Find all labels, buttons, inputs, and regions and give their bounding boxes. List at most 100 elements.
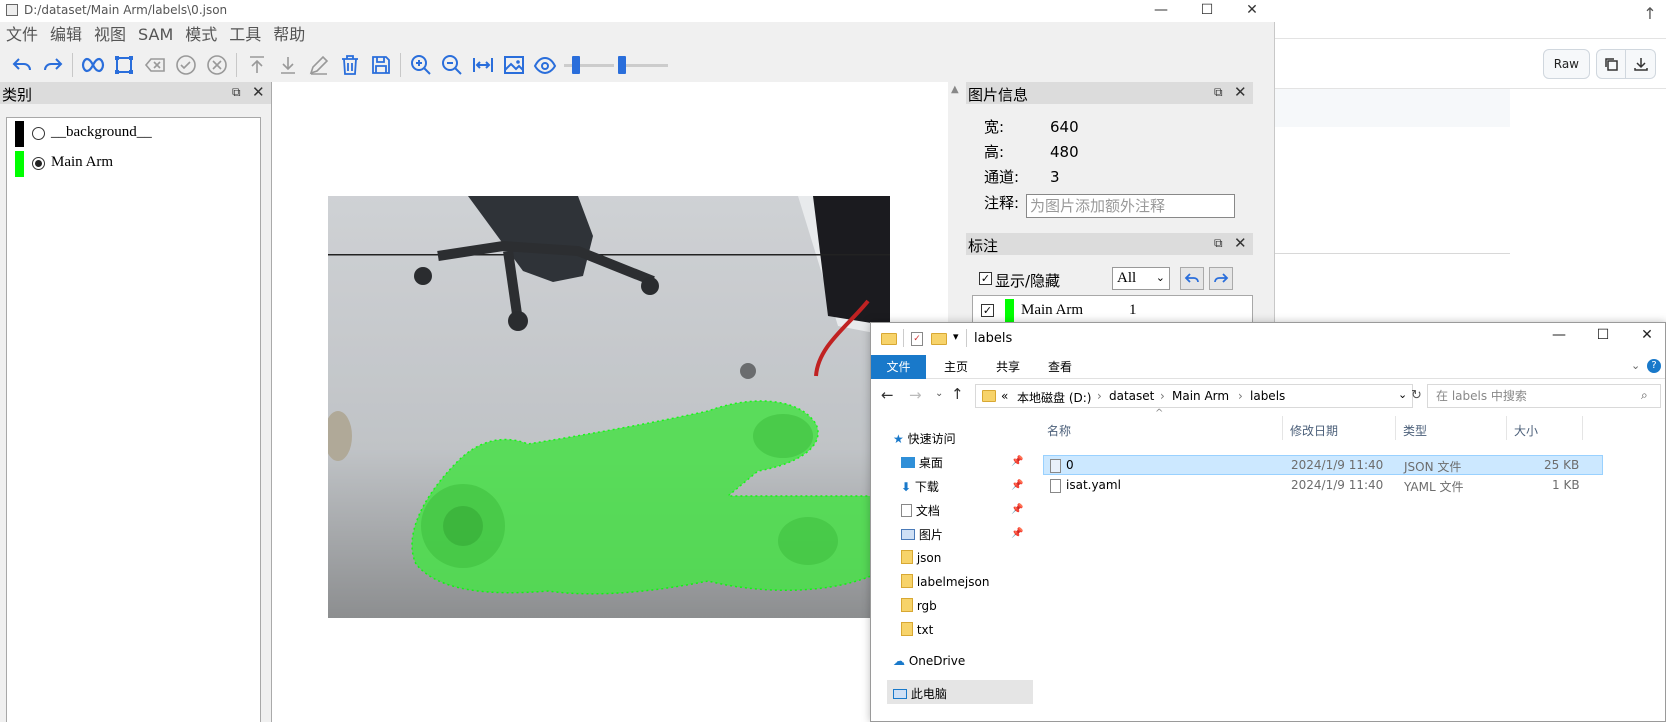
redo-button[interactable] (37, 50, 68, 80)
nav-this-pc[interactable]: 此电脑 (887, 680, 1033, 704)
to-top-button[interactable] (241, 50, 272, 80)
column-header-modified[interactable]: 修改日期 (1290, 422, 1338, 439)
note-input[interactable]: 为图片添加额外注释 (1026, 194, 1235, 218)
fit-window-button[interactable] (467, 50, 498, 80)
category-radio[interactable] (32, 127, 45, 140)
finish-button[interactable] (170, 50, 201, 80)
address-dropdown-icon[interactable]: ⌄ (1398, 388, 1407, 401)
expand-ribbon-icon[interactable]: ⌄ (1631, 359, 1640, 372)
pin-icon[interactable]: 📌 (1011, 504, 1023, 515)
column-header-size[interactable]: 大小 (1514, 422, 1538, 439)
menu-help[interactable]: 帮助 (267, 22, 311, 48)
category-item[interactable]: Main Arm (7, 148, 260, 178)
maximize-button[interactable]: ☐ (1583, 327, 1623, 343)
breadcrumb-labels[interactable]: labels (1250, 389, 1285, 403)
back-icon[interactable]: ← (881, 386, 894, 404)
menu-tools[interactable]: 工具 (223, 22, 267, 48)
scroll-top-icon[interactable]: ↑ (1640, 4, 1660, 24)
close-button[interactable]: ✕ (1229, 0, 1275, 22)
nav-rgb[interactable]: rgb (901, 598, 937, 613)
bit-map-button[interactable] (498, 50, 529, 80)
nav-pictures[interactable]: 图片 (901, 526, 943, 543)
minimize-button[interactable]: — (1138, 0, 1184, 22)
refresh-icon[interactable]: ↻ (1411, 388, 1422, 403)
mask-alpha-slider[interactable] (564, 50, 614, 80)
breadcrumb-dataset[interactable]: dataset (1109, 389, 1154, 403)
raw-button[interactable]: Raw (1542, 49, 1590, 79)
backspace-button[interactable] (139, 50, 170, 80)
nav-onedrive[interactable]: ☁ OneDrive (893, 654, 965, 668)
annotation-canvas[interactable]: ▲ (271, 82, 964, 722)
new-folder-icon[interactable] (931, 333, 947, 345)
undo-button[interactable] (6, 50, 37, 80)
maximize-button[interactable]: ☐ (1184, 0, 1230, 22)
help-icon[interactable]: ? (1647, 359, 1661, 373)
zoom-in-button[interactable] (405, 50, 436, 80)
cancel-button[interactable] (201, 50, 232, 80)
pin-icon[interactable]: 📌 (1011, 480, 1023, 491)
delete-button[interactable] (334, 50, 365, 80)
polygon-button[interactable] (108, 50, 139, 80)
menu-sam[interactable]: SAM (132, 22, 179, 48)
up-icon[interactable]: ↑ (951, 385, 964, 403)
pin-icon[interactable]: 📌 (1011, 456, 1023, 467)
nav-txt[interactable]: txt (901, 622, 933, 637)
tab-view[interactable]: 查看 (1035, 355, 1085, 379)
group-filter-select[interactable]: All ⌄ (1112, 267, 1170, 290)
download-button[interactable] (1626, 49, 1656, 79)
nav-labelmejson[interactable]: labelmejson (901, 574, 989, 589)
next-group-button[interactable] (1209, 267, 1233, 290)
properties-icon[interactable]: ✓ (911, 332, 923, 346)
menu-file[interactable]: 文件 (0, 22, 44, 48)
save-button[interactable] (365, 50, 396, 80)
float-dock-icon[interactable]: ⧉ (232, 85, 241, 100)
breadcrumb-main-arm[interactable]: Main Arm (1172, 389, 1229, 403)
slider-handle[interactable] (572, 56, 580, 74)
zoom-out-button[interactable] (436, 50, 467, 80)
category-item[interactable]: __background__ (7, 118, 260, 148)
edit-button[interactable] (303, 50, 334, 80)
pin-icon[interactable]: 📌 (1011, 528, 1023, 539)
annotated-image[interactable] (328, 196, 890, 618)
tab-file[interactable]: 文件 (871, 355, 926, 379)
menu-mode[interactable]: 模式 (179, 22, 223, 48)
annotation-visible-checkbox[interactable]: ✓ (981, 304, 994, 317)
scroll-up-icon[interactable]: ▲ (951, 84, 959, 95)
show-hide-checkbox[interactable]: ✓ (979, 272, 992, 285)
nav-json[interactable]: json (901, 550, 941, 565)
close-dock-icon[interactable]: ✕ (252, 83, 265, 101)
menu-view[interactable]: 视图 (88, 22, 132, 48)
float-dock-icon[interactable]: ⧉ (1214, 85, 1223, 100)
copy-button[interactable] (1596, 49, 1626, 79)
column-header-name[interactable]: 名称 (1047, 422, 1071, 439)
slider-handle[interactable] (618, 56, 626, 74)
tab-home[interactable]: 主页 (931, 355, 981, 379)
visible-button[interactable] (529, 50, 560, 80)
category-radio[interactable] (32, 157, 45, 170)
nav-downloads[interactable]: ⬇ 下载 (901, 478, 939, 495)
column-header-type[interactable]: 类型 (1403, 422, 1427, 439)
float-dock-icon[interactable]: ⧉ (1214, 236, 1223, 251)
close-button[interactable]: ✕ (1627, 327, 1665, 343)
nav-desktop[interactable]: 桌面 (901, 454, 943, 471)
close-dock-icon[interactable]: ✕ (1234, 234, 1247, 252)
quick-access-toolbar-dropdown-icon[interactable]: ▾ (953, 330, 959, 343)
sam-button[interactable] (77, 50, 108, 80)
nav-quick-access[interactable]: ★ 快速访问 (893, 430, 956, 447)
menu-edit[interactable]: 编辑 (44, 22, 88, 48)
to-bottom-button[interactable] (272, 50, 303, 80)
file-row[interactable]: 0 2024/1/9 11:40 JSON 文件 25 KB (1043, 455, 1603, 475)
file-row[interactable]: isat.yaml 2024/1/9 11:40 YAML 文件 1 KB (1043, 476, 1603, 496)
nav-documents[interactable]: 文档 (901, 502, 940, 519)
close-dock-icon[interactable]: ✕ (1234, 83, 1247, 101)
forward-icon[interactable]: → (909, 386, 922, 404)
tab-share[interactable]: 共享 (983, 355, 1033, 379)
breadcrumb-drive[interactable]: 本地磁盘 (D:) (1017, 389, 1091, 406)
minimize-button[interactable]: — (1539, 327, 1579, 343)
previous-group-button[interactable] (1180, 267, 1204, 290)
breadcrumb-overflow[interactable]: « (1001, 389, 1008, 403)
vertex-size-slider[interactable] (618, 50, 668, 80)
search-input[interactable]: 在 labels 中搜索 (1427, 384, 1661, 408)
recent-locations-icon[interactable]: ⌄ (935, 388, 943, 399)
address-box[interactable]: « 本地磁盘 (D:) › dataset › Main Arm › label… (975, 384, 1413, 408)
